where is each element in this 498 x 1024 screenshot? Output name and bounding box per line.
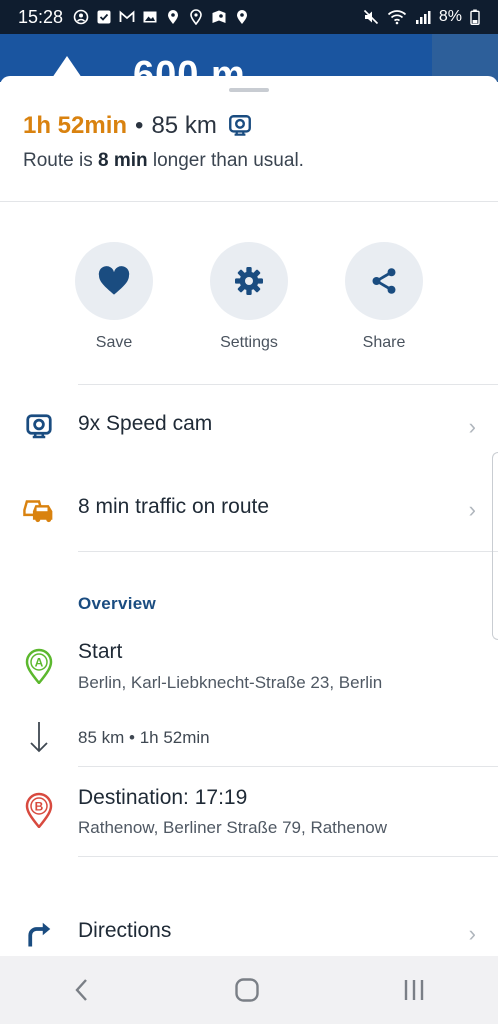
route-leg-summary: 85 km • 1h 52min (78, 728, 210, 747)
start-address[interactable]: Berlin, Karl-Liebknecht-Straße 23, Berli… (78, 673, 382, 693)
heart-icon (98, 266, 130, 295)
maps-icon (212, 10, 226, 23)
whatsapp-icon (73, 9, 89, 25)
sheet-drag-handle[interactable] (229, 88, 269, 92)
maneuver-arrow-icon (52, 56, 82, 78)
destination-address[interactable]: Rathenow, Berliner Straße 79, Rathenow (78, 818, 387, 838)
overview-heading: Overview (78, 594, 157, 613)
system-status: 8% (363, 8, 480, 26)
system-nav-bar (0, 956, 498, 1024)
traffic-label: 8 min traffic on route (78, 495, 270, 518)
check-square-icon (97, 10, 111, 24)
arrow-down-icon (30, 722, 48, 753)
battery-icon (470, 9, 480, 25)
chevron-right-icon: › (468, 921, 476, 946)
route-bottom-sheet: 1h 52min • 85 km Route is 8 min longer t… (0, 76, 498, 956)
wifi-icon (387, 10, 406, 25)
settings-label: Settings (220, 334, 278, 351)
save-button[interactable] (75, 242, 153, 320)
traffic-cars-icon (22, 493, 56, 527)
route-distance: 85 km (151, 112, 217, 139)
delay-amount: 8 min (97, 150, 148, 171)
destination-title: Destination: 17:19 (78, 786, 248, 809)
recents-icon[interactable] (400, 976, 428, 1004)
save-label: Save (95, 334, 133, 351)
back-icon[interactable] (70, 976, 94, 1004)
mute-icon (363, 9, 378, 25)
share-button[interactable] (345, 242, 423, 320)
gmail-icon (119, 10, 135, 22)
gear-icon (235, 267, 263, 295)
destination-marker-icon: B (25, 792, 53, 828)
signal-icon (415, 11, 431, 24)
chevron-right-icon: › (468, 414, 476, 439)
location-icon (168, 10, 179, 24)
notification-icons (73, 9, 250, 25)
divider (78, 856, 498, 857)
battery-percent: 8% (438, 8, 462, 25)
maneuver-banner[interactable]: 600 m (0, 34, 498, 82)
divider (78, 766, 498, 767)
scroll-indicator[interactable] (492, 452, 498, 640)
divider (0, 201, 498, 202)
divider (78, 551, 498, 552)
svg-text:B: B (35, 800, 44, 814)
share-label: Share (362, 334, 406, 351)
start-title: Start (78, 640, 123, 663)
turn-right-icon (22, 917, 56, 951)
route-summary: 1h 52min • 85 km (23, 112, 253, 140)
speed-cam-row[interactable]: 9x Speed cam › (0, 396, 498, 456)
image-icon (143, 11, 157, 23)
directions-row[interactable]: Directions › (0, 903, 498, 963)
svg-text:A: A (35, 656, 44, 670)
location-icon (237, 10, 248, 24)
route-delay-note: Route is 8 min longer than usual. (23, 150, 304, 171)
traffic-row[interactable]: 8 min traffic on route › (0, 479, 498, 539)
divider (78, 384, 498, 385)
directions-label: Directions (78, 919, 172, 942)
route-duration: 1h 52min (23, 112, 128, 139)
status-bar: 15:28 8% (0, 0, 498, 34)
home-icon[interactable] (233, 976, 261, 1004)
speed-cam-icon (228, 115, 251, 136)
share-icon (372, 268, 396, 294)
speed-cam-label: 9x Speed cam (78, 412, 213, 435)
summary-separator: • (135, 112, 144, 139)
speed-cam-icon (22, 410, 56, 444)
location-outline-icon (190, 9, 202, 25)
status-time: 15:28 (18, 6, 64, 27)
settings-button[interactable] (210, 242, 288, 320)
chevron-right-icon: › (468, 497, 476, 522)
map-panel (432, 34, 498, 82)
start-marker-icon: A (25, 648, 53, 684)
